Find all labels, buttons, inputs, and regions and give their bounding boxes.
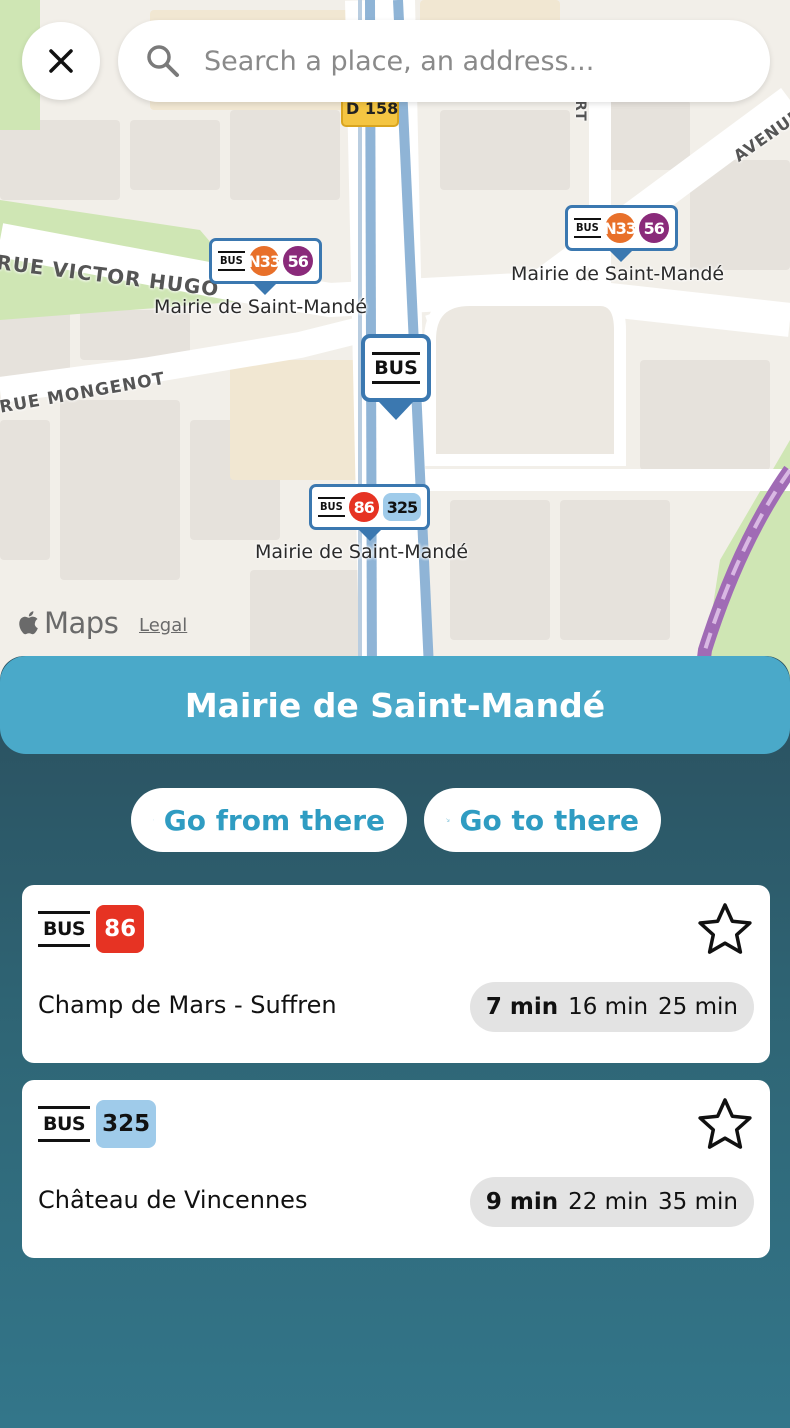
departure-time: 9 min	[485, 1189, 559, 1215]
line-badge: N33	[603, 213, 637, 243]
search-bar	[22, 20, 770, 102]
stop-title: Mairie de Saint-Mandé	[184, 685, 606, 725]
line-badge: N33	[247, 246, 281, 276]
bus-mode-icon: BUS	[218, 251, 245, 271]
destination-label: Château de Vincennes	[38, 1186, 308, 1214]
bus-mode-icon: BUS	[318, 497, 345, 517]
maps-attribution: Maps	[18, 606, 119, 640]
stop-label: Mairie de Saint-Mandé	[154, 296, 368, 318]
bus-mode-icon: BUS	[372, 352, 420, 384]
map-view[interactable]: D 158 RUE VICTOR HUGO RUE MONGENOT AVENU…	[0, 0, 790, 690]
line-badges: BUS 325	[38, 1100, 157, 1148]
next-departures: 7 min 16 min 25 min	[469, 982, 754, 1032]
bus-mode-icon: BUS	[574, 218, 601, 238]
departure-card[interactable]: BUS 86 Champ de Mars - Suffren 7 min 16 …	[22, 885, 770, 1063]
line-badge: 325	[382, 493, 422, 521]
star-favorite-icon[interactable]	[696, 901, 754, 959]
close-icon	[49, 49, 73, 73]
destination-label: Champ de Mars - Suffren	[38, 991, 337, 1019]
stop-pin[interactable]: BUS N33 56	[565, 205, 678, 251]
next-departures: 9 min 22 min 35 min	[469, 1177, 754, 1227]
legal-link[interactable]: Legal	[139, 615, 187, 636]
direction-actions: Go from there Go to there	[131, 788, 661, 852]
departure-card[interactable]: BUS 325 Château de Vincennes 9 min 22 mi…	[22, 1080, 770, 1258]
go-from-there-button[interactable]: Go from there	[131, 788, 407, 852]
stop-header[interactable]: Mairie de Saint-Mandé	[0, 656, 790, 754]
arrow-down-right-icon	[446, 818, 450, 822]
line-number-badge: 325	[96, 1100, 157, 1148]
departure-time: 35 min	[658, 1189, 738, 1215]
line-number-badge: 86	[96, 905, 145, 953]
bus-mode-icon: BUS	[38, 1106, 91, 1142]
search-field[interactable]	[118, 20, 770, 102]
selected-stop-pin[interactable]: BUS	[361, 334, 431, 402]
go-to-there-button[interactable]: Go to there	[424, 788, 661, 852]
search-icon	[147, 45, 179, 77]
stop-label: Mairie de Saint-Mandé	[255, 541, 469, 563]
stop-pin[interactable]: BUS N33 56	[209, 238, 322, 284]
go-from-label: Go from there	[163, 803, 385, 837]
search-input[interactable]	[204, 45, 724, 77]
line-badge: 56	[638, 213, 669, 243]
line-badges: BUS 86	[38, 905, 145, 953]
stop-label: Mairie de Saint-Mandé	[511, 263, 725, 285]
departure-time: 25 min	[658, 994, 738, 1020]
stop-pin[interactable]: BUS 86 325	[309, 484, 431, 530]
departure-time: 22 min	[568, 1189, 649, 1215]
departure-time: 7 min	[485, 994, 559, 1020]
arrow-up-right-icon	[153, 819, 154, 821]
star-favorite-icon[interactable]	[696, 1096, 754, 1154]
bus-mode-icon: BUS	[38, 911, 91, 947]
departure-time: 16 min	[568, 994, 649, 1020]
close-button[interactable]	[22, 22, 100, 100]
street-label-rt: RT	[572, 100, 588, 122]
line-badge: 56	[282, 246, 313, 276]
stop-details-sheet: Mairie de Saint-Mandé Go from there Go t…	[0, 656, 790, 1428]
apple-logo-icon	[19, 611, 38, 635]
line-badge: 86	[348, 492, 379, 522]
maps-wordmark: Maps	[44, 606, 119, 640]
go-to-label: Go to there	[459, 803, 639, 837]
